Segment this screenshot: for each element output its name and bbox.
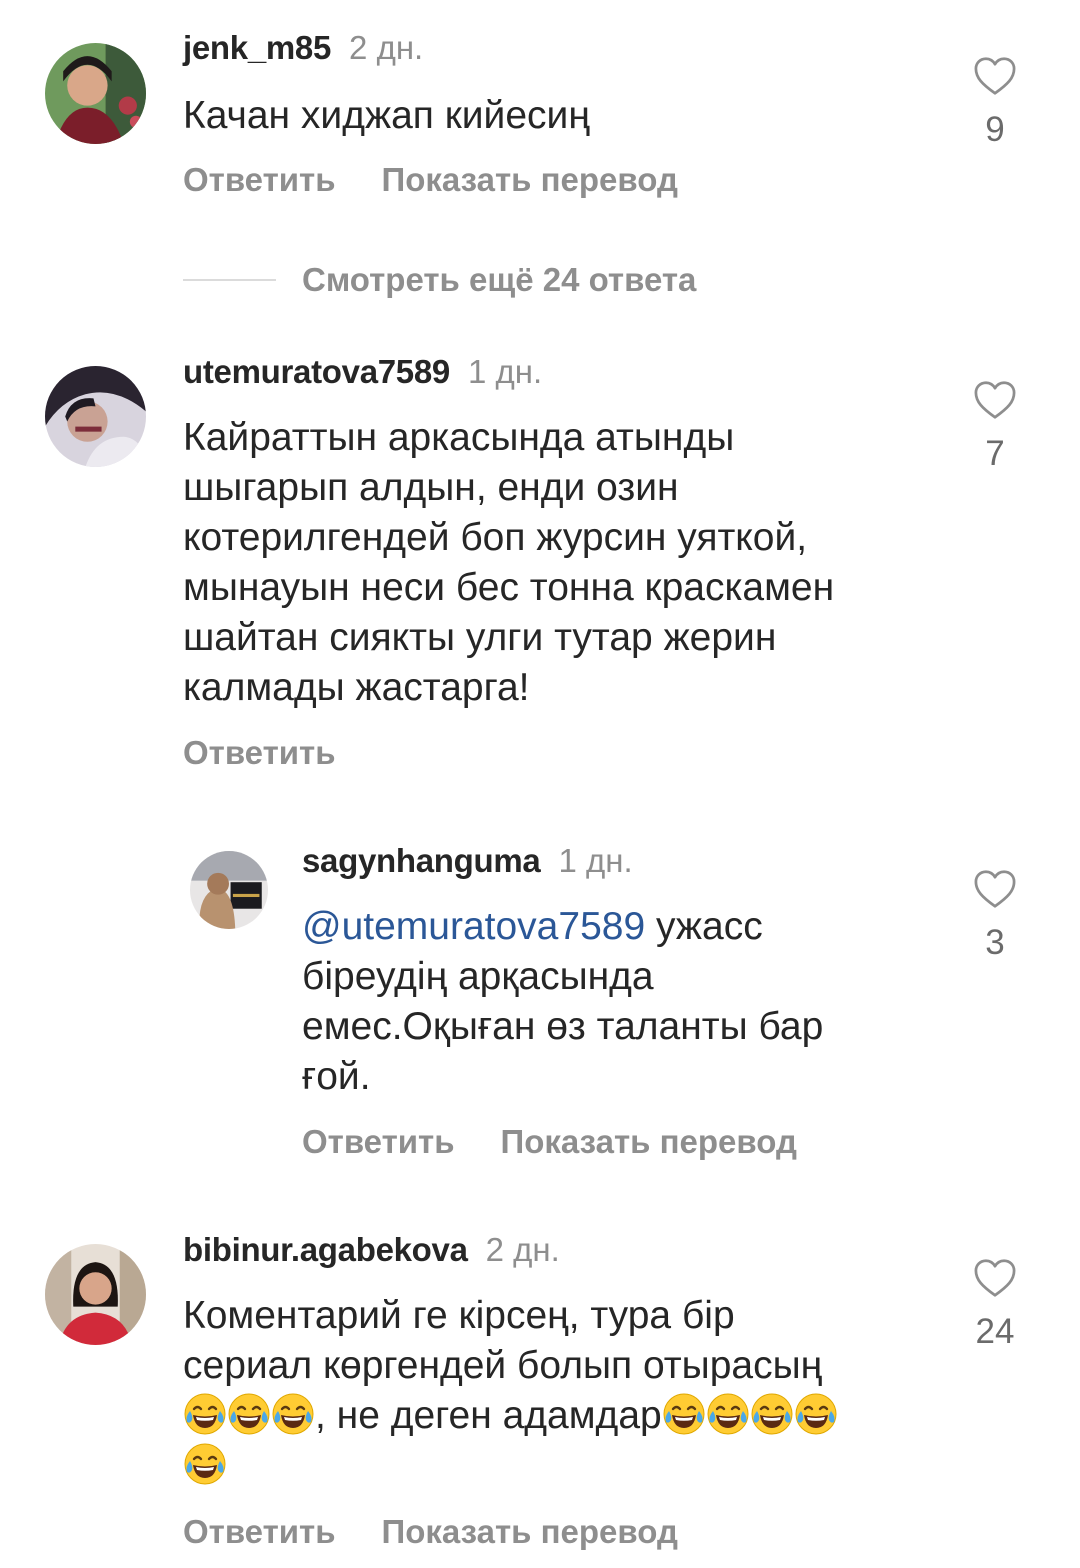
comment-text-line: шыгарып алдын, енди озин [183,466,679,509]
like-count: 24 [975,1312,1015,1351]
avatar[interactable] [190,851,268,929]
comment-text-line: @utemuratova7589 ужасс [302,902,942,952]
comment-text-line: Кайраттын аркасында атынды [183,416,735,459]
heart-outline-icon[interactable] [973,1258,1017,1298]
divider-line [183,279,276,281]
like-area: 24 [966,1258,1024,1350]
comment-text-line: Коментарий ге кірсең, тура бір [183,1294,735,1337]
comment-text-line: ғой. [302,1055,371,1098]
comment-actions: Ответить Показать перевод [183,1512,678,1552]
laughing-emoji [183,1443,227,1487]
comment-actions: Ответить Показать перевод [302,1122,797,1162]
timestamp: 1 дн. [558,842,633,879]
laughing-emoji [227,1393,271,1437]
comment-text-line: сериал көргендей болып отырасың [183,1344,823,1387]
laughing-emoji [750,1393,794,1437]
laughing-emoji [662,1393,706,1437]
comment-meta: utemuratova7589 1 дн. [183,352,542,392]
comment-text-line: шайтан сиякты улги тутар жерин [183,616,777,659]
reply-button[interactable]: Ответить [183,734,336,771]
comment-text-fragment: , не деген адамдар [315,1394,662,1437]
avatar[interactable] [45,366,146,467]
laughing-emoji [794,1393,838,1437]
comment-text-line: біреудің арқасында [302,955,654,998]
comment-actions: Ответить Показать перевод [183,160,678,200]
mention-link[interactable]: @utemuratova7589 [302,905,645,948]
view-more-replies-label[interactable]: Смотреть ещё 24 ответа [302,260,696,300]
show-translation-button[interactable]: Показать перевод [382,1513,678,1550]
comment-text-fragment: ужасс [645,905,763,948]
reply-button[interactable]: Ответить [183,1513,336,1550]
laughing-emoji [183,1393,227,1437]
heart-outline-icon[interactable] [973,380,1017,420]
username[interactable]: sagynhanguma [302,842,541,879]
comment-text: Коментарий ге кірсең, тура бір сериал кө… [183,1291,953,1491]
comment-meta: jenk_m85 2 дн. [183,28,423,68]
comment-text-line: котерилгендей боп журсин уяткой, [183,516,808,559]
show-translation-button[interactable]: Показать перевод [501,1123,797,1160]
comment-meta: bibinur.agabekova 2 дн. [183,1230,560,1270]
reply-button[interactable]: Ответить [302,1123,455,1160]
comment-text-line: калмады жастарга! [183,666,530,709]
timestamp: 1 дн. [467,353,543,390]
like-count: 3 [985,923,1005,962]
show-translation-button[interactable]: Показать перевод [382,161,678,198]
like-count: 9 [985,110,1005,149]
reply-button[interactable]: Ответить [183,161,336,198]
heart-outline-icon[interactable] [973,869,1017,909]
laughing-emoji [706,1393,750,1437]
like-area: 7 [966,380,1024,472]
heart-outline-icon[interactable] [973,56,1017,96]
laughing-emoji [271,1393,315,1437]
comment-meta: sagynhanguma 1 дн. [302,841,633,881]
like-area: 9 [966,56,1024,148]
comment-text-line: емес.Оқыған өз таланты бар [302,1005,824,1048]
comment-text: @utemuratova7589 ужасс біреудің арқасынд… [302,902,942,1102]
like-count: 7 [985,434,1005,473]
comment-actions: Ответить [183,733,336,773]
comment-text-line: мынауын неси бес тонна краскамен [183,566,835,609]
username[interactable]: utemuratova7589 [183,353,450,390]
avatar[interactable] [45,1244,146,1345]
username[interactable]: bibinur.agabekova [183,1231,468,1268]
timestamp: 2 дн. [349,29,424,66]
comment-text: Качан хиджап кийесиң [183,94,590,137]
comment-text-line [183,1441,953,1491]
username[interactable]: jenk_m85 [183,29,331,66]
comment-text-line: , не деген адамдар [183,1391,953,1441]
timestamp: 2 дн. [485,1231,560,1268]
comment-text: Кайраттын аркасында атынды шыгарып алдын… [183,413,953,713]
avatar[interactable] [45,43,146,144]
like-area: 3 [966,869,1024,961]
